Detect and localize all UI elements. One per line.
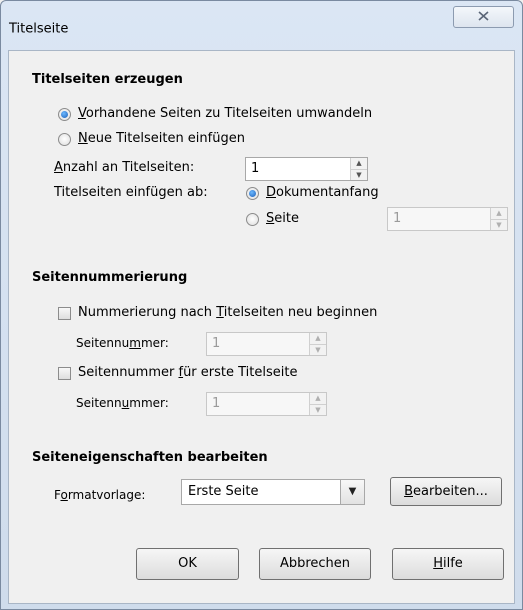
radio-document-start-label[interactable]: Dokumentanfang [266,185,379,200]
page-style-select[interactable]: Erste Seite ▼ [181,479,365,505]
window-title: Titelseite [9,21,69,37]
radio-page-label[interactable]: Seite [266,211,299,226]
page-number-field-2[interactable]: 1 ▲ ▼ [206,392,327,416]
edit-button[interactable]: Bearbeiten... [390,477,502,506]
page-number-value: 1 [393,211,402,226]
checkbox-first-title-page-label[interactable]: Seitennummer für erste Titelseite [78,365,297,380]
dialog-content: Titelseiten erzeugen Vorhandene Seiten z… [8,50,515,604]
page-number-field[interactable]: 1 ▲ ▼ [387,207,508,231]
page-number-value-1: 1 [212,336,221,351]
spin-up-icon[interactable]: ▲ [310,393,326,404]
page-number-spinner[interactable]: ▲ ▼ [490,208,507,230]
radio-insert-new[interactable] [58,133,71,146]
close-icon [478,10,489,25]
page-number-label-1: Seitennummer: [76,336,169,350]
spin-up-icon[interactable]: ▲ [491,208,507,219]
help-button[interactable]: Hilfe [392,548,504,580]
spin-down-icon[interactable]: ▼ [310,344,326,355]
page-style-value: Erste Seite [188,484,259,499]
dropdown-arrow-icon[interactable]: ▼ [340,480,364,504]
section-title-page-properties: Seiteneigenschaften bearbeiten [32,450,268,465]
dialog-window: Titelseite Titelseiten erzeugen Vorhande… [0,0,523,610]
radio-page[interactable] [246,213,259,226]
page-number-field-1[interactable]: 1 ▲ ▼ [206,332,327,356]
spin-down-icon[interactable]: ▼ [351,169,367,180]
section-title-create: Titelseiten erzeugen [32,72,183,87]
title-count-spinner[interactable]: ▲ ▼ [350,158,367,180]
ok-button[interactable]: OK [136,548,239,580]
spin-down-icon[interactable]: ▼ [310,404,326,415]
page-number-spinner-2[interactable]: ▲ ▼ [309,393,326,415]
radio-convert-existing[interactable] [58,108,71,121]
page-number-spinner-1[interactable]: ▲ ▼ [309,333,326,355]
title-count-field[interactable]: 1 ▲ ▼ [245,157,368,181]
spin-down-icon[interactable]: ▼ [491,219,507,230]
cancel-button[interactable]: Abbrechen [259,548,371,580]
page-number-value-2: 1 [212,396,221,411]
radio-insert-new-label[interactable]: Neue Titelseiten einfügen [78,131,245,146]
section-title-numbering: Seitennummerierung [32,270,188,285]
radio-convert-existing-label[interactable]: Vorhandene Seiten zu Titelseiten umwande… [78,106,372,121]
style-label: Formatvorlage: [54,488,146,502]
checkbox-restart-numbering[interactable] [58,307,71,320]
radio-document-start[interactable] [246,187,259,200]
page-number-label-2: Seitennummer: [76,396,169,410]
checkbox-first-title-page[interactable] [58,367,71,380]
spin-up-icon[interactable]: ▲ [310,333,326,344]
title-bar[interactable]: Titelseite [1,1,522,37]
spin-up-icon[interactable]: ▲ [351,158,367,169]
title-count-value: 1 [251,161,260,176]
close-button[interactable] [453,6,514,28]
count-label: Anzahl an Titelseiten: [54,160,195,175]
checkbox-restart-numbering-label[interactable]: Nummerierung nach Titelseiten neu beginn… [78,305,377,320]
insert-at-label: Titelseiten einfügen ab: [54,185,208,200]
